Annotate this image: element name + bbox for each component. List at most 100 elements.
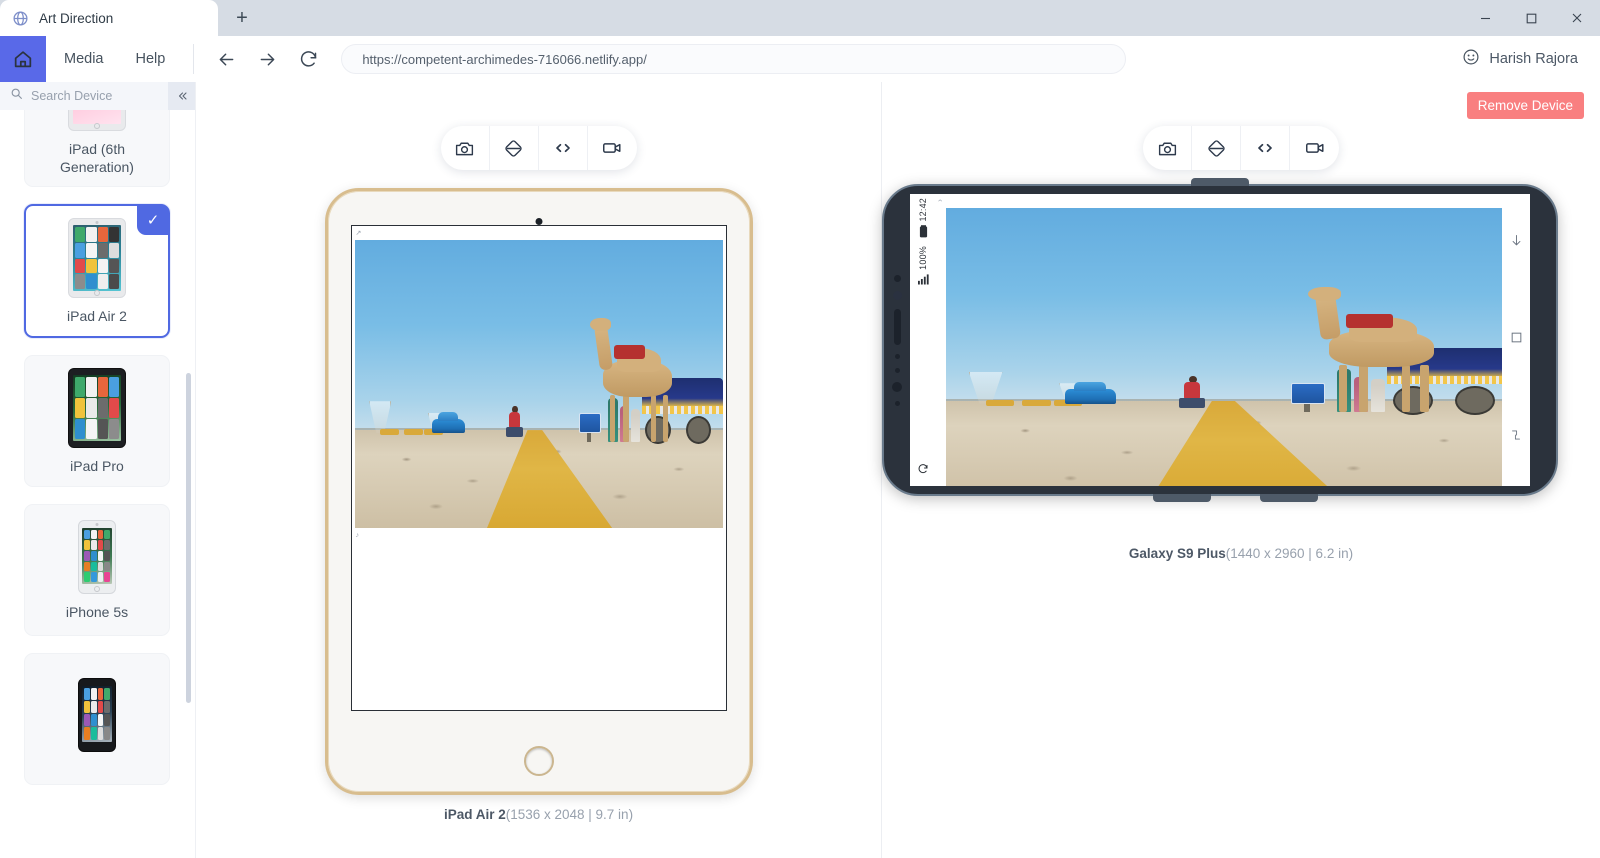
rotate-icon[interactable] xyxy=(1192,126,1241,170)
device-list[interactable]: iPad (6th Generation) ✓ xyxy=(0,110,195,858)
phone-thumbnail xyxy=(78,520,116,594)
camera-icon[interactable] xyxy=(441,126,490,170)
thumbnail-app-grid xyxy=(82,686,112,742)
code-icon[interactable] xyxy=(539,126,588,170)
galaxy-screen[interactable]: 12:42 100% xyxy=(910,194,1530,486)
home-button-dot xyxy=(94,586,100,592)
menu-item-help[interactable]: Help xyxy=(136,51,166,67)
camera-dot xyxy=(96,523,99,526)
android-back-icon[interactable] xyxy=(1509,233,1524,253)
iris-sensor-dot xyxy=(893,291,902,300)
maximize-button[interactable] xyxy=(1508,0,1554,36)
camel-saddle xyxy=(1346,314,1394,328)
thumbnail-screen xyxy=(82,686,112,742)
bench xyxy=(380,429,398,435)
arrow-right-icon[interactable] xyxy=(257,49,278,70)
camera-dot xyxy=(96,221,99,224)
home-icon[interactable] xyxy=(0,36,46,82)
tab-title: Art Direction xyxy=(39,11,113,26)
thumbnail-app-grid xyxy=(73,375,121,441)
camel-neck xyxy=(594,324,613,370)
code-icon[interactable] xyxy=(1241,126,1290,170)
device-card-ipad-6th-generation[interactable]: iPad (6th Generation) xyxy=(24,110,170,187)
navigation-buttons xyxy=(194,36,341,82)
photo-caption-icon: ♪ xyxy=(356,532,360,539)
device-caption-right: Galaxy S9 Plus(1440 x 2960 | 6.2 in) xyxy=(1129,546,1353,561)
minimize-button[interactable] xyxy=(1462,0,1508,36)
refresh-icon[interactable] xyxy=(917,462,929,480)
thumbnail-screen xyxy=(82,528,112,584)
thumbnail-screen xyxy=(73,375,121,441)
tablet-thumbnail xyxy=(68,110,126,131)
main-body: iPad (6th Generation) ✓ xyxy=(0,82,1600,858)
tablet-thumbnail xyxy=(68,218,126,298)
arrow-left-icon[interactable] xyxy=(216,49,237,70)
bench xyxy=(1022,400,1050,406)
bench xyxy=(986,400,1014,406)
device-toolbar-right xyxy=(1143,126,1339,170)
url-text: https://competent-archimedes-716066.netl… xyxy=(362,52,646,67)
window-title-bar: Art Direction + xyxy=(0,0,1600,36)
device-card-iphone-5s[interactable]: iPhone 5s xyxy=(24,504,170,636)
url-bar[interactable]: https://competent-archimedes-716066.netl… xyxy=(341,44,1126,74)
battery-icon xyxy=(919,225,928,243)
desert-photo xyxy=(355,240,723,528)
menu-item-media[interactable]: Media xyxy=(64,51,104,67)
new-tab-button[interactable]: + xyxy=(222,3,262,33)
device-specs-left: (1536 x 2048 | 9.7 in) xyxy=(506,807,633,822)
camera-icon[interactable] xyxy=(1143,126,1192,170)
app-toolbar: Media Help https://competent-archimedes-… xyxy=(0,36,1600,82)
user-account[interactable]: Harish Rajora xyxy=(1462,36,1600,82)
menu-bar: Media Help xyxy=(46,36,165,82)
device-button xyxy=(1260,494,1318,502)
thumbnail-app-grid xyxy=(73,225,121,291)
remove-device-button[interactable]: Remove Device xyxy=(1467,92,1584,119)
home-button-dot xyxy=(94,123,100,129)
ipad-home-button[interactable] xyxy=(524,746,554,776)
device-name-left: iPad Air 2 xyxy=(444,807,506,822)
sidebar-scrollbar-track[interactable] xyxy=(188,118,193,858)
earpiece-speaker xyxy=(894,309,901,345)
video-icon[interactable] xyxy=(1290,126,1339,170)
browser-tab[interactable]: Art Direction xyxy=(0,0,218,36)
galaxy-s9-plus-frame: 12:42 100% xyxy=(882,184,1558,496)
device-caption-left: iPad Air 2(1536 x 2048 | 9.7 in) xyxy=(444,807,633,822)
phone-thumbnail xyxy=(78,678,116,752)
camel-leg xyxy=(1420,365,1428,413)
camel-leg xyxy=(1359,365,1367,413)
chevron-double-left-icon[interactable] xyxy=(168,82,195,110)
device-card-partial[interactable] xyxy=(24,653,170,785)
seated-person xyxy=(505,406,523,438)
sensor-dot xyxy=(895,368,900,373)
thumbnail-app-grid xyxy=(82,528,112,584)
blue-car xyxy=(1065,389,1116,404)
camel-leg xyxy=(1402,365,1410,413)
search-icon xyxy=(10,87,23,105)
device-card-ipad-air-2[interactable]: ✓ iPad Air 2 xyxy=(24,204,170,338)
device-card-label: iPad Pro xyxy=(70,458,124,476)
rotate-icon[interactable] xyxy=(490,126,539,170)
camel-saddle xyxy=(614,345,645,359)
person-legs xyxy=(1179,398,1204,408)
desert-photo xyxy=(946,208,1502,486)
android-recents-icon[interactable] xyxy=(1509,428,1523,447)
tablet-thumbnail xyxy=(68,368,126,448)
video-icon[interactable] xyxy=(588,126,637,170)
sidebar-scrollbar-thumb[interactable] xyxy=(186,373,191,703)
person-legs xyxy=(506,427,523,437)
device-specs-right: (1440 x 2960 | 6.2 in) xyxy=(1226,546,1353,561)
close-button[interactable] xyxy=(1554,0,1600,36)
sensor-dot xyxy=(895,354,900,359)
android-home-icon[interactable] xyxy=(1510,331,1523,349)
page-viewport[interactable]: ‹ xyxy=(936,194,1502,486)
reload-icon[interactable] xyxy=(298,49,319,70)
ipad-screen[interactable]: ↗ xyxy=(351,225,727,711)
search-device-box[interactable] xyxy=(0,82,168,110)
search-input[interactable] xyxy=(31,89,168,103)
globe-icon xyxy=(12,10,29,27)
thumbnail-screen xyxy=(73,110,121,124)
front-camera-dot xyxy=(535,218,542,225)
device-card-ipad-pro[interactable]: iPad Pro xyxy=(24,355,170,487)
device-card-label: iPhone 5s xyxy=(66,604,128,622)
browser-controls xyxy=(917,462,929,480)
